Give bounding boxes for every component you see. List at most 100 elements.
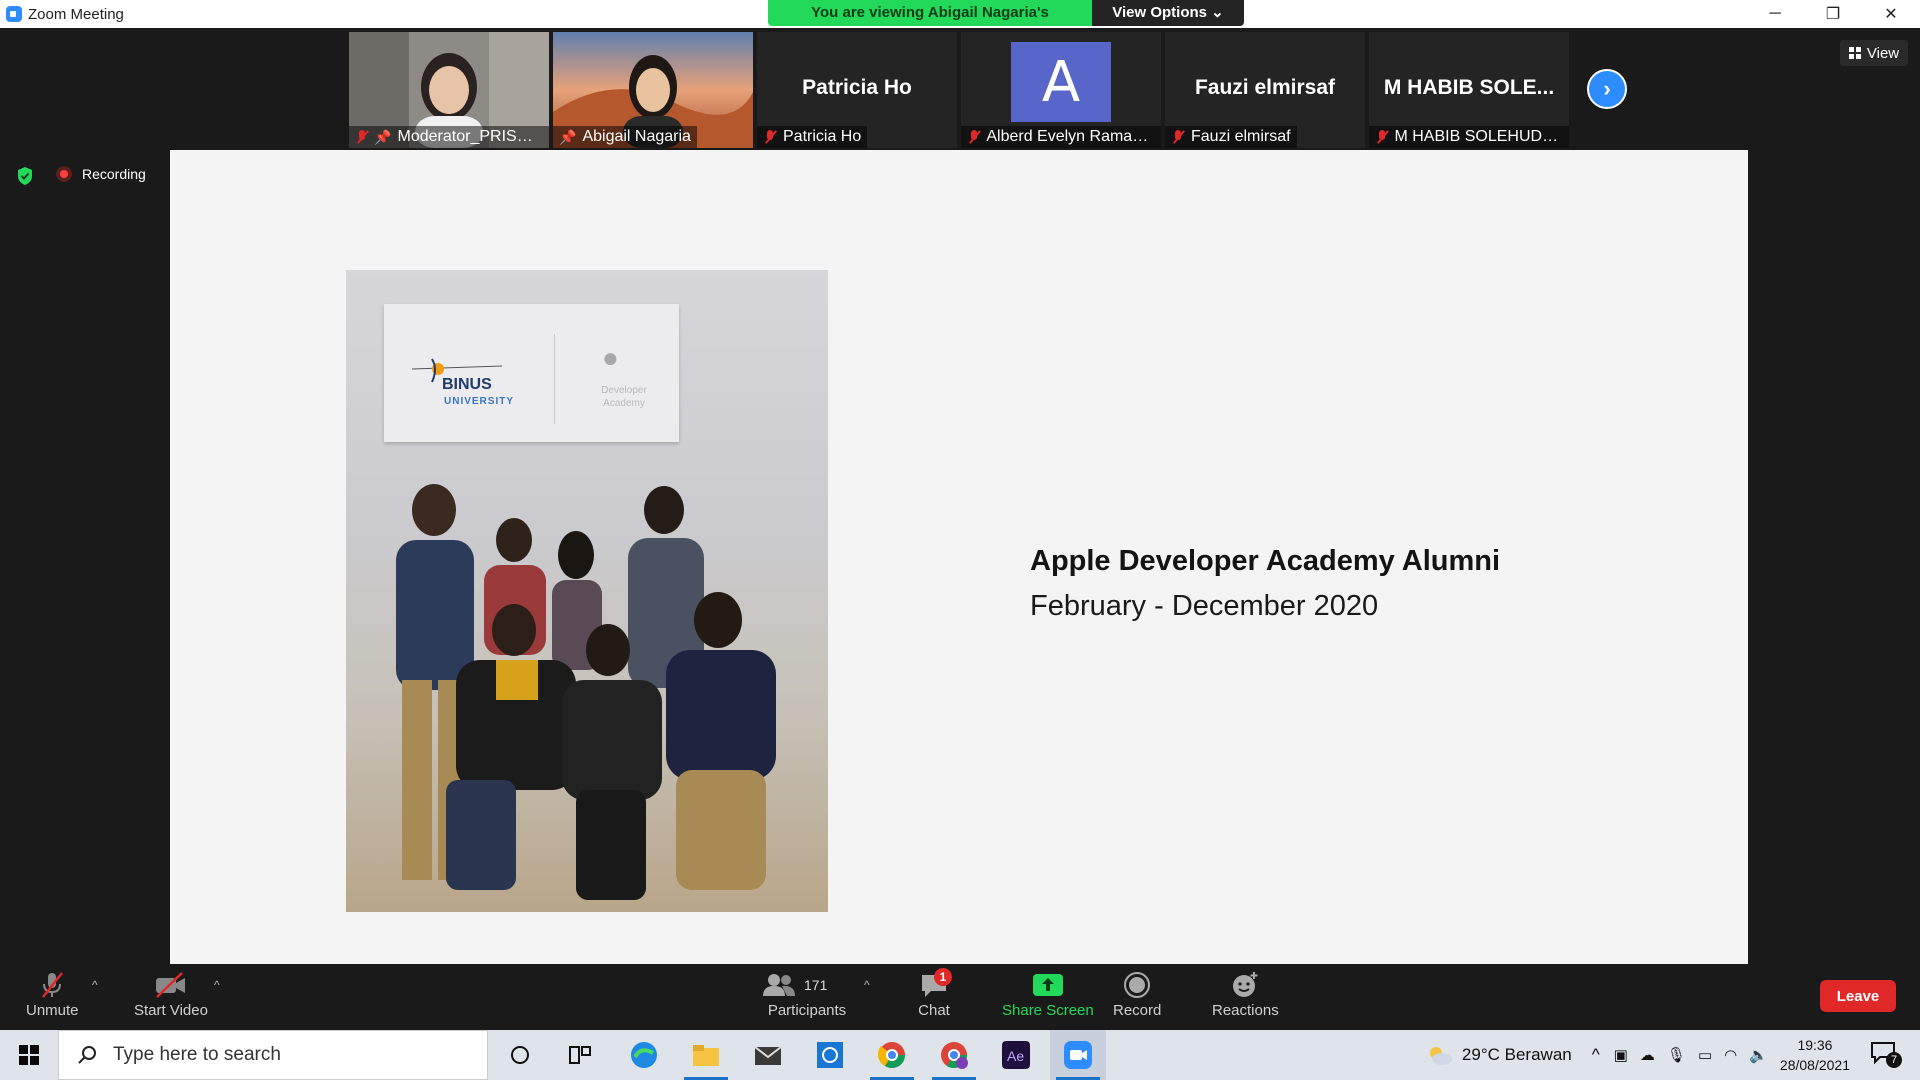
taskbar-search[interactable]: Type here to search	[58, 1030, 488, 1080]
video-off-icon	[151, 970, 191, 1000]
battery-icon[interactable]: ▭	[1698, 1046, 1712, 1064]
chat-icon: 1	[914, 968, 954, 1000]
sign-divider	[554, 334, 555, 424]
participants-options-caret[interactable]: ^	[864, 978, 870, 992]
after-effects-icon[interactable]: Ae	[988, 1030, 1044, 1080]
grid-icon	[1848, 47, 1861, 59]
leave-button[interactable]: Leave	[1820, 980, 1896, 1012]
notification-count-badge: 7	[1886, 1052, 1902, 1068]
video-options-caret[interactable]: ^	[214, 978, 220, 992]
search-placeholder: Type here to search	[113, 1044, 281, 1065]
record-label: Record	[1113, 1002, 1162, 1019]
developer-academy-text: Developer Academy	[601, 385, 647, 409]
participants-label: Participants	[767, 1002, 847, 1019]
muted-mic-icon	[1375, 129, 1388, 145]
participant-name-bar: Patricia Ho	[757, 126, 868, 148]
encryption-shield-icon[interactable]	[16, 166, 34, 186]
muted-mic-icon	[355, 129, 368, 145]
slide-subtitle: February - December 2020	[1030, 590, 1379, 622]
share-screen-label: Share Screen	[1002, 1002, 1094, 1019]
chat-label: Chat	[918, 1002, 950, 1019]
audio-options-caret[interactable]: ^	[92, 978, 98, 992]
file-explorer-icon[interactable]	[678, 1030, 734, 1080]
unmute-button[interactable]: Unmute	[26, 970, 79, 1019]
record-button[interactable]: Record	[1113, 970, 1161, 1019]
meet-now-icon[interactable]: ▣	[1614, 1046, 1628, 1064]
start-button[interactable]	[0, 1030, 58, 1080]
notification-center-button[interactable]: 7	[1870, 1040, 1910, 1070]
reactions-label: Reactions	[1212, 1002, 1279, 1019]
clock-time: 19:36	[1797, 1037, 1833, 1053]
participant-tile[interactable]: M HABIB SOLE... M HABIB SOLEHUDDIN	[1369, 32, 1569, 148]
recording-dot-icon	[56, 166, 72, 182]
reactions-button[interactable]: Reactions	[1212, 970, 1279, 1019]
store-app-icon[interactable]	[802, 1030, 858, 1080]
view-layout-button[interactable]: View	[1840, 40, 1908, 66]
onedrive-cloud-icon[interactable]: ☁	[1640, 1046, 1655, 1064]
viewing-screen-message: You are viewing Abigail Nagaria's screen	[768, 0, 1092, 26]
participant-strip: 📌 Moderator_PRISCH... 📌 Abigail Nagaria …	[349, 32, 1569, 148]
close-button[interactable]: ✕	[1862, 0, 1920, 28]
participant-name-bar: Fauzi elmirsaf	[1165, 126, 1297, 148]
next-page-button[interactable]: ›	[1587, 69, 1627, 109]
mail-icon[interactable]	[740, 1030, 796, 1080]
participant-display-name: Patricia Ho	[802, 76, 912, 99]
microphone-icon[interactable]: 🎙	[1667, 1046, 1686, 1064]
participant-display-name: Fauzi elmirsaf	[1194, 76, 1336, 99]
chat-badge: 1	[934, 968, 952, 986]
zoom-taskbar-icon[interactable]	[1050, 1030, 1106, 1080]
start-video-button[interactable]: Start Video	[134, 970, 208, 1019]
task-view-icon[interactable]	[552, 1030, 608, 1080]
weather-cloud-icon	[1429, 1047, 1452, 1065]
chrome-profile-icon[interactable]	[926, 1030, 982, 1080]
volume-icon[interactable]: 🔈	[1749, 1046, 1768, 1064]
window-controls: ─ ❐ ✕	[1746, 0, 1920, 28]
participants-button[interactable]: 171 Participants	[762, 970, 852, 1019]
participant-name-bar: 📌 Abigail Nagaria	[553, 126, 697, 148]
participant-name: M HABIB SOLEHUDDIN	[1394, 128, 1563, 145]
recording-label: Recording	[82, 166, 146, 182]
wifi-icon[interactable]: ◠	[1724, 1046, 1737, 1064]
windows-taskbar: Type here to search Ae 29°C Berawan ^ ▣ …	[0, 1030, 1920, 1080]
viewing-banner: You are viewing Abigail Nagaria's screen…	[768, 0, 1244, 26]
participant-tile[interactable]: Fauzi elmirsaf Fauzi elmirsaf	[1165, 32, 1365, 148]
minimize-button[interactable]: ─	[1746, 0, 1804, 28]
slide-title: Apple Developer Academy Alumni	[1030, 545, 1501, 577]
participant-tile[interactable]: Patricia Ho Patricia Ho	[757, 32, 957, 148]
participant-name: Moderator_PRISCH...	[397, 128, 543, 145]
participant-tile-active[interactable]: 📌 Abigail Nagaria	[553, 32, 753, 148]
unmute-label: Unmute	[26, 1002, 79, 1019]
meeting-area: 📌 Moderator_PRISCH... 📌 Abigail Nagaria …	[0, 28, 1920, 964]
clock[interactable]: 19:36 28/08/2021	[1780, 1035, 1850, 1075]
restore-button[interactable]: ❐	[1804, 0, 1862, 28]
view-options-button[interactable]: View Options ⌄	[1092, 0, 1244, 26]
chrome-icon[interactable]	[864, 1030, 920, 1080]
participants-icon: 171	[762, 970, 852, 1000]
participant-name: Abigail Nagaria	[582, 128, 691, 145]
zoom-app-icon	[6, 6, 22, 22]
group-photo: BINUS UNIVERSITY ● Developer Academy	[346, 270, 828, 912]
cortana-icon[interactable]	[492, 1030, 548, 1080]
participant-display-name: M HABIB SOLE...	[1383, 76, 1555, 99]
meeting-toolbar: Unmute ^ Start Video ^ 171 Participants …	[0, 964, 1920, 1030]
participant-tile[interactable]: A Alberd Evelyn Ramadh...	[961, 32, 1161, 148]
svg-text:Ae: Ae	[1007, 1048, 1024, 1064]
edge-browser-icon[interactable]	[616, 1030, 672, 1080]
participant-tile[interactable]: 📌 Moderator_PRISCH...	[349, 32, 549, 148]
weather-text[interactable]: 29°C Berawan	[1462, 1045, 1572, 1065]
share-screen-button[interactable]: Share Screen	[1002, 970, 1094, 1019]
pin-icon: 📌	[374, 128, 392, 145]
participant-name-bar: M HABIB SOLEHUDDIN	[1369, 126, 1569, 148]
windows-logo-icon	[19, 1045, 39, 1065]
chat-button[interactable]: 1 Chat	[914, 968, 954, 1019]
participant-name: Alberd Evelyn Ramadh...	[986, 128, 1155, 145]
show-hidden-icons-chevron-icon[interactable]: ^	[1592, 1045, 1600, 1065]
system-tray: 29°C Berawan ^ ▣ ☁ 🎙 ▭ ◠ 🔈 19:36 28/08/2…	[1426, 1030, 1920, 1080]
group-people-illustration	[396, 484, 776, 900]
participant-name-bar: 📌 Moderator_PRISCH...	[349, 126, 549, 148]
clock-date: 28/08/2021	[1779, 1057, 1850, 1073]
record-icon	[1117, 970, 1157, 1000]
apple-logo-icon: ●	[602, 342, 619, 373]
recording-indicator[interactable]: Recording	[56, 166, 146, 182]
view-label: View	[1866, 44, 1900, 62]
